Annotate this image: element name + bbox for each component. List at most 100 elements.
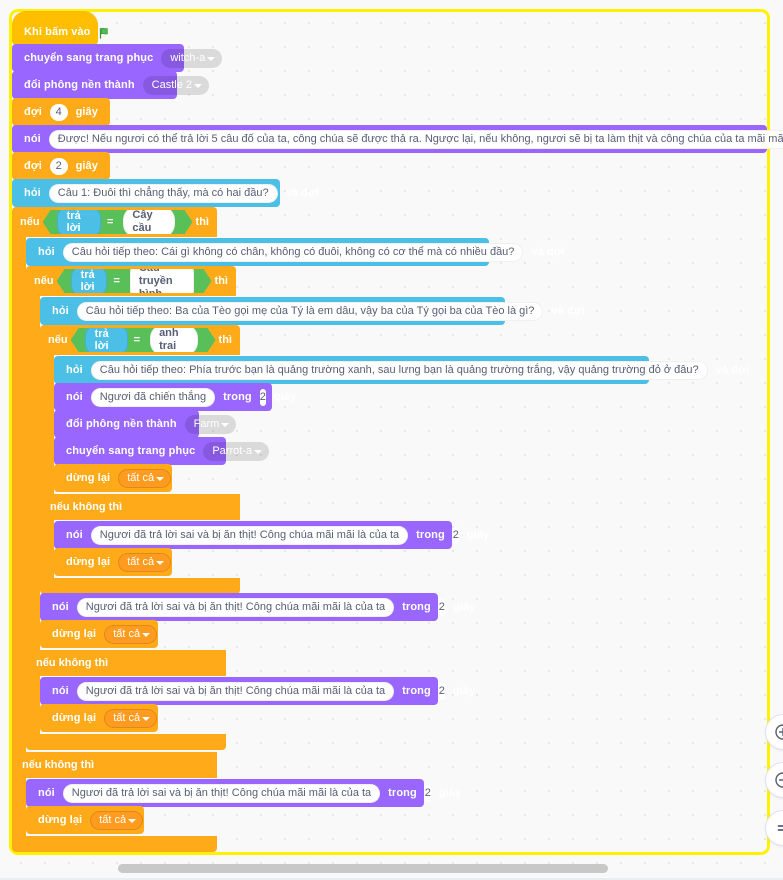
switch-costume-label: chuyển sang trang phục <box>24 51 154 64</box>
say-lose3-seconds-input[interactable]: 2 <box>438 682 445 700</box>
zoom-controls[interactable] <box>765 714 783 858</box>
zoom-in-button[interactable] <box>765 714 783 750</box>
say-lose1-label: nói <box>66 528 83 541</box>
say-win-for-label: trong <box>223 390 252 403</box>
say-win-input[interactable]: Ngươi đã chiến thắng <box>90 387 216 407</box>
answer-reporter[interactable]: trả lời <box>57 206 101 238</box>
say-lose4-label: nói <box>38 786 55 799</box>
ask-q4-label: hỏi <box>66 363 83 376</box>
block-say-lose-2[interactable]: nói Ngươi đã trả lời sai và bị ăn thịt! … <box>40 593 475 621</box>
say-lose4-input[interactable]: Ngươi đã trả lời sai và bị ăn thịt! Công… <box>62 783 381 803</box>
stop-lose3-dropdown[interactable]: tất cả <box>104 708 158 728</box>
block-say-lose-4[interactable]: nói Ngươi đã trả lời sai và bị ăn thịt! … <box>26 779 461 807</box>
else1-header[interactable]: nếu không thì <box>12 752 217 778</box>
say-lose2-seconds-input[interactable]: 2 <box>438 598 445 616</box>
stop-lose2-dropdown[interactable]: tất cả <box>104 624 158 644</box>
block-stop-lose-2[interactable]: dừng lại tất cả <box>40 620 158 648</box>
if2-condition[interactable]: trả lời = Cầu truyền hình <box>57 269 212 293</box>
block-backdrop-farm[interactable]: đổi phông nền thành Farm <box>54 410 237 438</box>
block-if-else-2[interactable]: nếu trả lời = Cầu truyền hình thì hỏi Câ… <box>26 266 767 750</box>
wait-seconds-input[interactable]: 4 <box>49 103 68 121</box>
say-lose1-seconds-input[interactable]: 2 <box>452 526 459 544</box>
block-ask-q1[interactable]: hỏi Câu 1: Đuôi thì chẳng thấy, mà có ha… <box>12 179 319 207</box>
block-when-flag-clicked[interactable]: Khi bấm vào <box>12 11 108 45</box>
block-costume-parrot[interactable]: chuyển sang trang phục Parrot-a <box>54 437 270 465</box>
if3-body: hỏi Câu hỏi tiếp theo: Phía trước bạn là… <box>40 355 767 494</box>
scrollbar-thumb[interactable] <box>118 864 608 873</box>
ask-q1-input[interactable]: Câu 1: Đuôi thì chẳng thấy, mà có hai đầ… <box>48 183 278 203</box>
wait-label: đợi <box>24 105 42 118</box>
if1-condition[interactable]: trả lời = Cây cầu <box>43 210 193 234</box>
zoom-reset-button[interactable] <box>765 810 783 846</box>
say-lose1-unit-label: giây <box>466 528 490 541</box>
say-win-unit-label: giây <box>273 390 297 403</box>
say-lose1-input[interactable]: Ngươi đã trả lời sai và bị ăn thịt! Công… <box>90 525 409 545</box>
say-lose4-unit-label: giây <box>438 786 462 799</box>
stop-lose4-dropdown[interactable]: tất cả <box>90 810 144 830</box>
zoom-out-button[interactable] <box>765 762 783 798</box>
else1-label: nếu không thì <box>22 759 95 771</box>
else2-body: nói Ngươi đã trả lời sai và bị ăn thịt! … <box>26 676 767 734</box>
block-stop-win[interactable]: dừng lại tất cả <box>54 464 172 492</box>
if3-condition[interactable]: trả lời = anh trai <box>71 328 216 352</box>
else3-header[interactable]: nếu không thì <box>40 494 240 520</box>
stop-lose1-dropdown[interactable]: tất cả <box>118 552 172 572</box>
if3-header[interactable]: nếu trả lời = anh trai thì <box>40 325 240 355</box>
if3-expected-input[interactable]: anh trai <box>150 324 197 356</box>
if2-body: hỏi Câu hỏi tiếp theo: Ba của Tèo gọi mẹ… <box>26 296 767 650</box>
stop-win-dropdown[interactable]: tất cả <box>118 468 172 488</box>
answer-reporter[interactable]: trả lời <box>85 324 128 356</box>
block-ask-q3[interactable]: hỏi Câu hỏi tiếp theo: Ba của Tèo gọi mẹ… <box>40 297 585 325</box>
block-stop-lose-3[interactable]: dừng lại tất cả <box>40 704 158 732</box>
block-stop-lose-1[interactable]: dừng lại tất cả <box>54 548 172 576</box>
say-text-input[interactable]: Được! Nếu ngươi có thể trả lời 5 câu đố … <box>48 129 783 149</box>
if2-then-label: thì <box>214 275 228 287</box>
ask-q3-and-wait-label: và đợi <box>551 304 585 317</box>
block-say-intro[interactable]: nói Được! Nếu ngươi có thể trả lời 5 câu… <box>12 125 783 153</box>
backdrop-farm-dropdown[interactable]: Farm <box>184 414 237 434</box>
block-say-lose-3[interactable]: nói Ngươi đã trả lời sai và bị ăn thịt! … <box>40 677 475 705</box>
costume-dropdown[interactable]: witch-a <box>161 48 223 68</box>
say-win-seconds-input[interactable]: 2 <box>259 388 266 406</box>
block-switch-costume[interactable]: chuyển sang trang phục witch-a <box>12 44 223 72</box>
ask-label: hỏi <box>24 186 41 199</box>
stop-win-label: dừng lại <box>66 471 111 484</box>
ask-q3-input[interactable]: Câu hỏi tiếp theo: Ba của Tèo gọi mẹ của… <box>76 301 544 321</box>
if1-header[interactable]: nếu trả lời = Cây cầu thì <box>12 207 217 237</box>
ask-q4-input[interactable]: Câu hỏi tiếp theo: Phía trước bạn là quả… <box>90 360 708 380</box>
ask-q2-input[interactable]: Câu hỏi tiếp theo: Cái gì không có chân,… <box>62 242 524 262</box>
wait2-unit-label: giây <box>75 159 98 172</box>
block-wait-2[interactable]: đợi 2 giây <box>12 152 110 180</box>
block-say-lose-1[interactable]: nói Ngươi đã trả lời sai và bị ăn thịt! … <box>54 521 489 549</box>
block-script-stack[interactable]: Khi bấm vào chuyển sang trang phục witch… <box>12 11 783 852</box>
block-ask-q2[interactable]: hỏi Câu hỏi tiếp theo: Cái gì không có c… <box>26 238 565 266</box>
say-lose3-unit-label: giây <box>452 684 476 697</box>
block-ask-q4[interactable]: hỏi Câu hỏi tiếp theo: Phía trước bạn là… <box>54 356 749 384</box>
wait2-seconds-input[interactable]: 2 <box>49 157 68 175</box>
wait2-label: đợi <box>24 159 42 172</box>
horizontal-scrollbar[interactable] <box>0 862 783 876</box>
costume-parrot-dropdown[interactable]: Parrot-a <box>203 441 270 461</box>
say-label: nói <box>24 132 41 145</box>
if1-expected-input[interactable]: Cây cầu <box>123 206 174 238</box>
answer-reporter[interactable]: trả lời <box>71 265 108 297</box>
ask-q2-and-wait-label: và đợi <box>531 245 565 258</box>
if1-operator: = <box>106 216 114 228</box>
say-lose3-input[interactable]: Ngươi đã trả lời sai và bị ăn thịt! Công… <box>76 681 395 701</box>
if1-body: hỏi Câu hỏi tiếp theo: Cái gì không có c… <box>12 237 767 752</box>
say-lose4-seconds-input[interactable]: 2 <box>424 784 431 802</box>
ask-q2-label: hỏi <box>38 245 55 258</box>
block-say-win[interactable]: nói Ngươi đã chiến thắng trong 2 giây <box>54 383 296 411</box>
if3-operator: = <box>133 334 141 346</box>
block-if-else-1[interactable]: nếu trả lời = Cây cầu thì hỏi Câu hỏi ti… <box>12 207 767 852</box>
if2-header[interactable]: nếu trả lời = Cầu truyền hình thì <box>26 266 236 296</box>
block-switch-backdrop[interactable]: đổi phông nền thành Castle 2 <box>12 71 210 99</box>
say-lose4-for-label: trong <box>388 786 417 799</box>
say-lose2-input[interactable]: Ngươi đã trả lời sai và bị ăn thịt! Công… <box>76 597 395 617</box>
backdrop-dropdown[interactable]: Castle 2 <box>142 75 210 95</box>
else2-header[interactable]: nếu không thì <box>26 650 226 676</box>
block-wait-4[interactable]: đợi 4 giây <box>12 98 110 126</box>
block-if-else-3[interactable]: nếu trả lời = anh trai thì hỏi Câu hỏi t… <box>40 325 767 594</box>
zoom-reset-icon <box>777 825 783 831</box>
block-stop-lose-4[interactable]: dừng lại tất cả <box>26 806 144 834</box>
